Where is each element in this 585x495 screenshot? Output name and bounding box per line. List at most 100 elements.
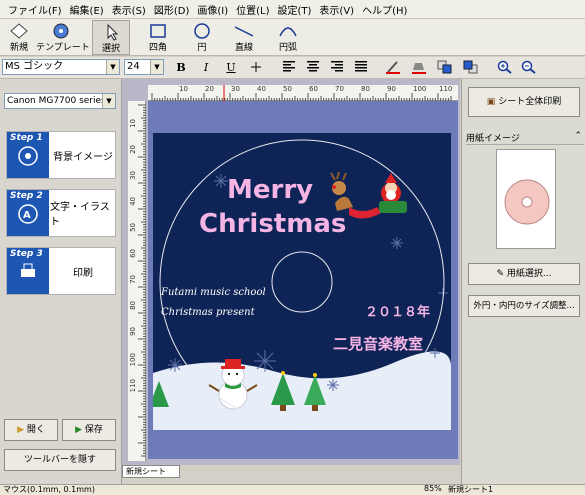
open-button[interactable]: ▶ 開く <box>4 419 58 441</box>
vertical-text-button[interactable] <box>247 60 265 76</box>
vruler-label: 70 <box>129 275 137 284</box>
menu-shape[interactable]: 図形(D) <box>150 2 194 17</box>
menu-display[interactable]: 表示(V) <box>315 2 358 17</box>
arc-button[interactable]: 円弧 <box>270 20 306 55</box>
zoom-out-button[interactable] <box>520 60 538 76</box>
menu-position[interactable]: 位置(L) <box>232 2 273 17</box>
collapse-icon[interactable]: ⌃ <box>574 131 582 141</box>
save-icon: ▶ <box>75 425 83 435</box>
status-sheet: 新規シート1 <box>448 485 494 494</box>
ruler-label: 30 <box>231 85 240 93</box>
sheet-tab[interactable]: 新規シート <box>122 465 180 478</box>
circle-button[interactable]: 円 <box>186 20 218 55</box>
line-button[interactable]: 直線 <box>228 20 260 55</box>
vertical-text-icon <box>251 62 261 72</box>
menu-help[interactable]: ヘルプ(H) <box>358 2 411 17</box>
paper-select-button[interactable]: ✎ 用紙選択... <box>468 263 580 285</box>
disc-outline <box>159 139 445 425</box>
vruler-label: 50 <box>129 223 137 232</box>
hide-toolbar-button[interactable]: ツールバーを隠す <box>4 449 116 471</box>
step1-background-button[interactable]: Step 1 背景イメージ <box>6 131 116 179</box>
ruler-label: 60 <box>309 85 318 93</box>
pen-color-button[interactable] <box>384 60 402 76</box>
chevron-down-icon: ▼ <box>102 94 115 108</box>
align-left-button[interactable] <box>280 60 298 76</box>
menu-edit[interactable]: 編集(E) <box>66 2 108 17</box>
fill-color-button[interactable] <box>410 60 428 76</box>
vruler-label: 90 <box>129 327 137 336</box>
right-panel: ▣ シート全体印刷 用紙イメージ ⌃ ✎ 用紙選択... 外円・内円のサイズ調整… <box>461 79 585 484</box>
menu-bar: ファイル(F) 編集(E) 表示(S) 図形(D) 画像(I) 位置(L) 設定… <box>0 0 585 19</box>
menu-settings[interactable]: 設定(T) <box>274 2 316 17</box>
align-center-button[interactable] <box>304 60 322 76</box>
horizontal-ruler: 10 20 30 40 50 60 70 80 90 100 110 <box>148 85 458 101</box>
layer-front-icon <box>437 60 452 74</box>
menu-view[interactable]: 表示(S) <box>108 2 150 17</box>
template-button[interactable]: テンプレート <box>36 20 90 55</box>
save-button[interactable]: ▶ 保存 <box>62 419 116 441</box>
printer-select[interactable]: Canon MG7700 series ▼ <box>4 93 116 109</box>
underline-button[interactable]: U <box>222 60 240 76</box>
print-all-button[interactable]: ▣ シート全体印刷 <box>468 87 580 117</box>
ruler-label: 20 <box>205 85 214 93</box>
arc-icon <box>279 27 297 37</box>
paper-preview <box>496 149 556 249</box>
new-icon <box>10 23 28 39</box>
step2-text-illust-button[interactable]: Step 2 A 文字・イラスト <box>6 189 116 237</box>
menu-file[interactable]: ファイル(F) <box>4 2 66 17</box>
font-size-select[interactable]: 24 ▼ <box>124 59 164 75</box>
disc-preview-icon <box>504 179 550 225</box>
vruler-label: 80 <box>129 301 137 310</box>
new-button[interactable]: 新規 <box>4 20 34 55</box>
vruler-label: 60 <box>129 249 137 258</box>
chevron-down-icon: ▼ <box>106 60 119 74</box>
step3-print-button[interactable]: Step 3 印刷 <box>6 247 116 295</box>
align-right-icon <box>331 61 343 72</box>
left-panel: Canon MG7700 series ▼ Step 1 背景イメージ Step… <box>0 79 122 484</box>
bold-button[interactable]: B <box>172 60 190 76</box>
ruler-label: 70 <box>335 85 344 93</box>
ruler-label: 80 <box>361 85 370 93</box>
align-left-icon <box>283 61 295 72</box>
send-back-button[interactable] <box>462 60 480 76</box>
menu-image[interactable]: 画像(I) <box>193 2 232 17</box>
line-icon <box>234 26 254 37</box>
align-right-button[interactable] <box>328 60 346 76</box>
format-toolbar: MS ゴシック ▼ 24 ▼ B I U <box>0 57 585 79</box>
size-adjust-button[interactable]: 外円・内円のサイズ調整... <box>468 295 580 317</box>
paint-bucket-icon <box>412 63 426 74</box>
status-zoom: 85% <box>424 484 442 493</box>
vruler-label: 40 <box>129 197 137 206</box>
vruler-label: 10 <box>129 119 137 128</box>
align-center-icon <box>307 61 319 72</box>
ruler-label: 50 <box>283 85 292 93</box>
zoom-in-icon <box>497 60 512 74</box>
paper-icon: ✎ <box>496 269 505 279</box>
printer-icon: ▣ <box>486 97 496 107</box>
status-coords: マウス(0.1mm, 0.1mm) <box>3 485 95 494</box>
rect-icon <box>150 24 166 38</box>
vruler-label: 100 <box>129 353 137 367</box>
zoom-in-button[interactable] <box>496 60 514 76</box>
ruler-label: 90 <box>387 85 396 93</box>
print-icon <box>21 263 35 277</box>
select-button[interactable]: 選択 <box>92 20 130 55</box>
folder-open-icon: ▶ <box>17 425 25 435</box>
pen-icon <box>386 61 400 74</box>
vruler-label: 20 <box>129 145 137 154</box>
vruler-label: 30 <box>129 171 137 180</box>
zoom-out-icon <box>521 60 536 74</box>
circle-icon <box>194 23 210 39</box>
font-select[interactable]: MS ゴシック ▼ <box>2 59 120 75</box>
cursor-icon <box>107 23 119 41</box>
chevron-down-icon: ▼ <box>150 60 163 74</box>
rect-button[interactable]: 四角 <box>142 20 174 55</box>
italic-button[interactable]: I <box>197 60 215 76</box>
justify-button[interactable] <box>352 60 370 76</box>
vertical-ruler: 10 20 30 40 50 60 70 80 90 100 110 <box>128 101 146 461</box>
background-image-icon <box>18 146 38 166</box>
bring-front-button[interactable] <box>436 60 454 76</box>
justify-icon <box>355 61 367 72</box>
ruler-label: 10 <box>179 85 188 93</box>
vruler-label: 110 <box>129 379 137 393</box>
